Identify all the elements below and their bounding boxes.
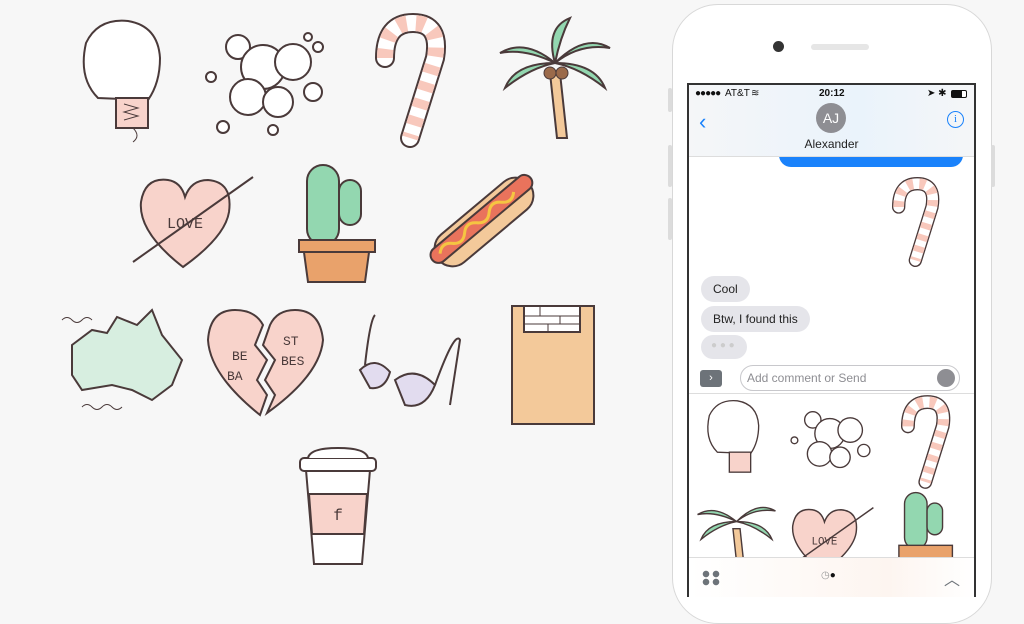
comment-input[interactable]: Add comment or Send xyxy=(740,365,960,391)
typing-indicator: ● ● ● xyxy=(701,335,747,359)
avatar[interactable]: AJ xyxy=(816,103,846,133)
volume-up-button xyxy=(668,145,672,187)
speaker xyxy=(811,44,869,50)
volume-down-button xyxy=(668,198,672,240)
love-text: LOVE xyxy=(167,216,203,233)
battery-icon xyxy=(951,90,967,98)
drawer-toolbar: ◷● ︿ xyxy=(689,557,974,597)
bubbles-sticker[interactable] xyxy=(789,402,874,482)
cactus-sticker xyxy=(298,164,376,283)
compose-row: › Add comment or Send xyxy=(689,365,974,395)
broken-heart-text: BA xyxy=(227,369,243,384)
boxing-glove-sticker[interactable] xyxy=(704,398,764,483)
cactus-sticker[interactable] xyxy=(896,489,956,557)
contact-name[interactable]: Alexander xyxy=(689,137,974,151)
back-button[interactable]: ‹ xyxy=(699,109,706,135)
power-button xyxy=(991,145,995,187)
love-heart-sticker: LOVE xyxy=(132,176,254,269)
coffee-cup-sticker: f xyxy=(299,446,377,565)
palm-tree-sticker xyxy=(499,16,611,139)
info-button[interactable]: i xyxy=(947,111,964,128)
expand-apps-button[interactable]: › xyxy=(700,370,722,387)
signal-icon: ●●●●● xyxy=(695,88,721,99)
bubbles-sticker xyxy=(205,32,324,136)
sticker-drawer: LOVE xyxy=(689,393,974,557)
love-heart-sticker[interactable]: LOVE xyxy=(787,504,877,557)
chevron-up-icon[interactable]: ︿ xyxy=(944,566,960,590)
received-message: Cool xyxy=(701,276,750,302)
mute-switch xyxy=(668,88,672,112)
carrier: AT&T xyxy=(725,88,750,99)
microphone-icon[interactable] xyxy=(937,369,955,387)
wifi-icon: ≋ xyxy=(751,88,760,99)
app-grid-icon[interactable] xyxy=(701,570,721,586)
candy-cane-message-sticker xyxy=(892,176,940,268)
broken-heart-text: BE xyxy=(232,349,248,364)
hot-dog-sticker xyxy=(429,173,535,268)
messages-screen: ●●●●● AT&T ≋ 20:12 ➤ ✱ ‹ AJ Alexander i … xyxy=(687,83,976,597)
australia-map-sticker xyxy=(61,308,184,410)
paper-bag-sticker xyxy=(511,305,595,425)
boxing-glove-sticker xyxy=(82,19,162,143)
palm-tree-sticker[interactable] xyxy=(694,489,779,557)
candy-cane-sticker[interactable] xyxy=(901,395,951,489)
love-text: LOVE xyxy=(811,536,837,548)
coffee-cup-text: f xyxy=(333,507,343,525)
time: 20:12 xyxy=(819,88,845,99)
conversation-header: ●●●●● AT&T ≋ 20:12 ➤ ✱ ‹ AJ Alexander i xyxy=(689,85,974,157)
bra-sticker xyxy=(358,314,462,407)
location-bluetooth-icon: ➤ ✱ xyxy=(927,88,947,99)
status-bar: ●●●●● AT&T ≋ 20:12 ➤ ✱ xyxy=(689,85,974,103)
broken-heart-sticker: BE BA ST BES xyxy=(206,308,325,417)
received-message: Btw, I found this xyxy=(701,306,810,332)
recents-icon[interactable]: ◷● xyxy=(821,570,836,581)
front-camera xyxy=(773,41,784,52)
broken-heart-text: BES xyxy=(281,354,305,369)
broken-heart-text: ST xyxy=(283,334,299,349)
candy-cane-sticker xyxy=(375,12,446,148)
comment-placeholder: Add comment or Send xyxy=(747,371,867,385)
